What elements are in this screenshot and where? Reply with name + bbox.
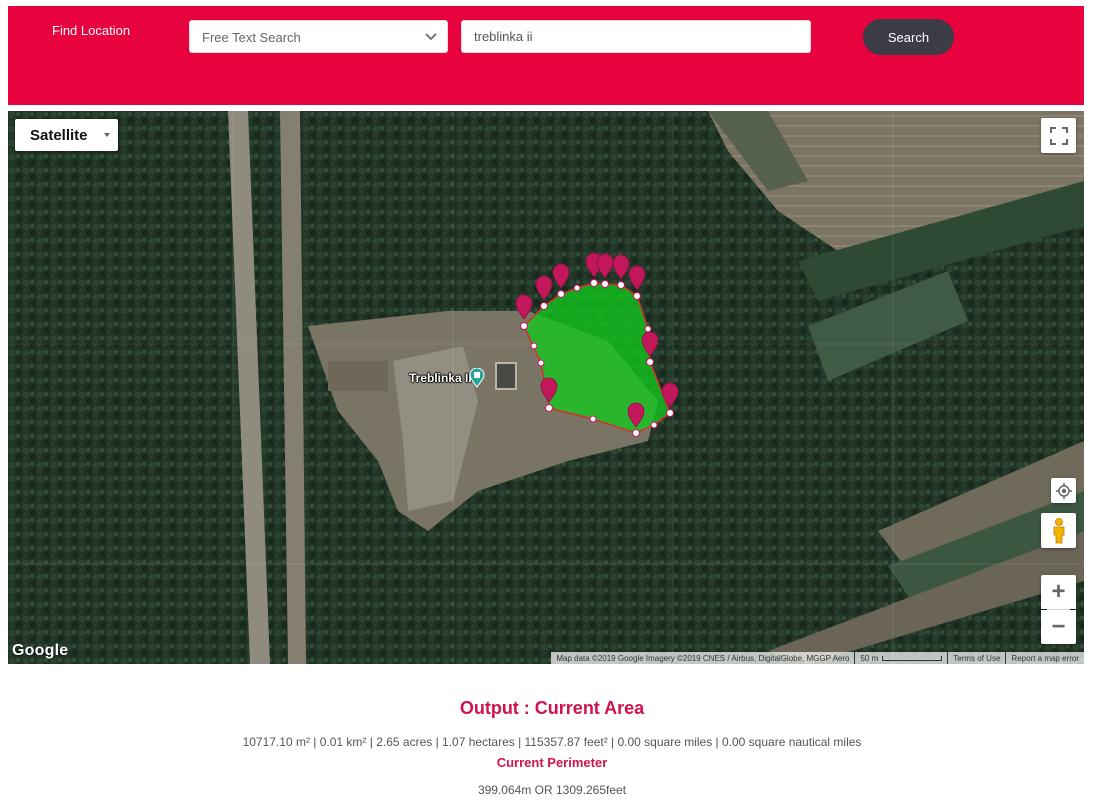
fullscreen-button[interactable] <box>1041 118 1076 153</box>
satellite-imagery[interactable] <box>8 111 1084 664</box>
scale-bar <box>882 655 943 661</box>
chevron-down-icon <box>425 33 437 41</box>
search-type-select[interactable]: Free Text Search <box>189 20 448 53</box>
area-values: 10717.10 m² | 0.01 km² | 2.65 acres | 1.… <box>242 735 862 749</box>
find-location-label: Find Location <box>52 23 131 38</box>
place-label[interactable]: Treblinka II <box>409 371 472 385</box>
map-footer: Map data ©2019 Google Imagery ©2019 CNES… <box>550 652 1084 664</box>
search-type-value: Free Text Search <box>202 30 301 45</box>
satellite-map[interactable]: Treblinka II Satellite + − Google Map da… <box>8 111 1084 664</box>
minus-icon: − <box>1051 613 1066 640</box>
pegman-icon <box>1053 517 1064 543</box>
place-marker-icon[interactable] <box>469 368 485 388</box>
map-attribution: Map data ©2019 Google Imagery ©2019 CNES… <box>551 652 855 664</box>
output-title: Output : Current Area <box>459 698 645 718</box>
map-type-dropdown[interactable]: Satellite <box>15 119 118 151</box>
my-location-icon <box>1055 482 1072 499</box>
scale-label: 50 m <box>860 653 879 663</box>
street-view-button[interactable] <box>1041 513 1076 548</box>
perimeter-title: Current Perimeter <box>496 755 608 770</box>
fullscreen-icon <box>1049 126 1068 145</box>
search-header: Find Location Free Text Search Search <box>8 6 1084 105</box>
output-panel: Output : Current Area 10717.10 m² | 0.01… <box>0 664 1104 800</box>
location-search-input[interactable] <box>461 20 811 53</box>
search-button[interactable]: Search <box>863 19 954 55</box>
perimeter-values: 399.064m OR 1309.265feet <box>477 783 627 797</box>
caret-down-icon <box>104 133 110 137</box>
page: Find Location Free Text Search Search <box>0 0 1104 800</box>
map-scale[interactable]: 50 m <box>855 652 948 664</box>
report-error-link[interactable]: Report a map error <box>1006 652 1084 664</box>
map-type-label: Satellite <box>30 127 88 144</box>
google-logo[interactable]: Google <box>12 642 68 660</box>
zoom-out-button[interactable]: − <box>1041 610 1076 644</box>
plus-icon: + <box>1051 578 1066 605</box>
my-location-button[interactable] <box>1051 478 1076 503</box>
terms-link[interactable]: Terms of Use <box>948 652 1006 664</box>
zoom-in-button[interactable]: + <box>1041 575 1076 609</box>
